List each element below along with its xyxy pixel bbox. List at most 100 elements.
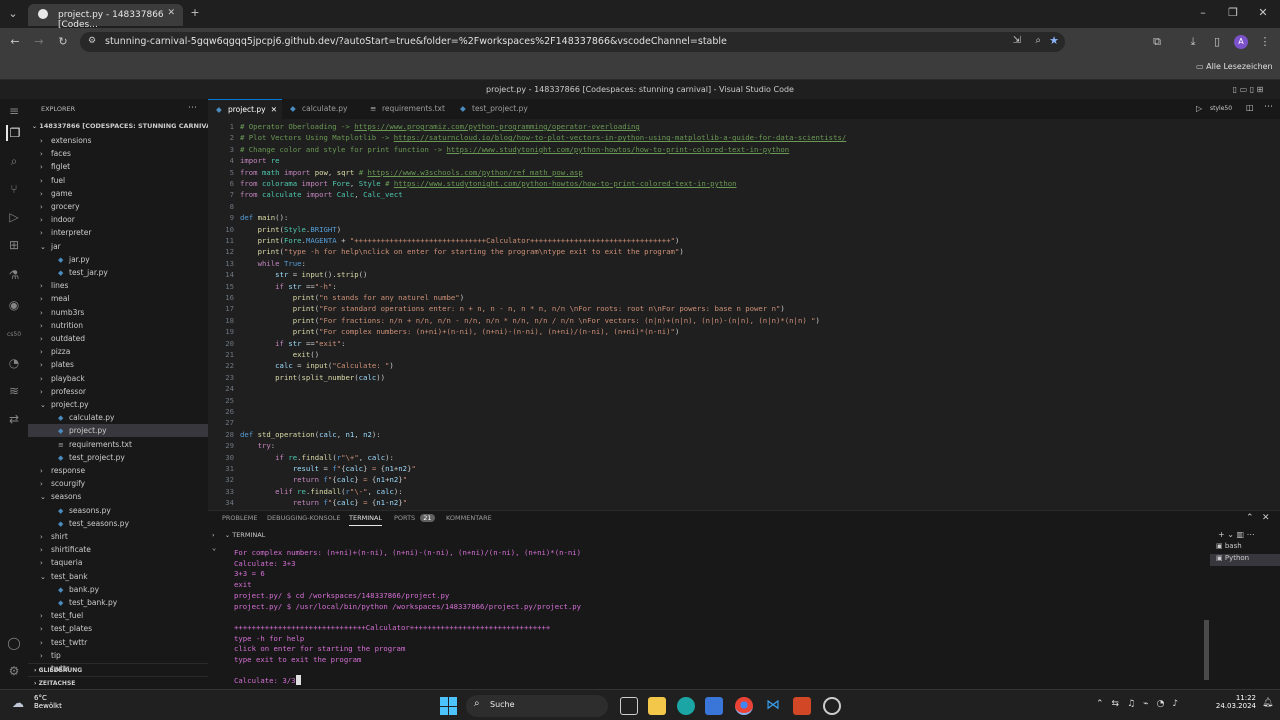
- terminal-panel[interactable]: › ⌄ TERMINAL + ⌄ ▥ ⋯ ⌄ For complex numbe…: [208, 528, 1280, 689]
- clock[interactable]: 11:22 24.03.2024: [1206, 694, 1256, 710]
- code-line[interactable]: print(Fore.MAGENTA + "++++++++++++++++++…: [240, 236, 680, 245]
- session-bash[interactable]: ▣ bash: [1210, 542, 1280, 554]
- file-explorer-icon[interactable]: [648, 697, 666, 715]
- tree-file[interactable]: ◆ bank.py: [28, 583, 208, 596]
- code-line[interactable]: from colorama import Fore, Style # https…: [240, 179, 737, 188]
- tree-folder[interactable]: › fuel: [28, 174, 208, 187]
- code-line[interactable]: return f"{calc} = {n1+n2}": [240, 475, 407, 484]
- run-debug-icon[interactable]: ▷: [6, 209, 22, 225]
- tree-file[interactable]: ◆ test_jar.py: [28, 266, 208, 279]
- code-line[interactable]: if str =="exit":: [240, 339, 345, 348]
- tree-folder[interactable]: ⌄ jar: [28, 240, 208, 253]
- extensions-view-icon[interactable]: ⊞: [6, 237, 22, 253]
- code-line[interactable]: import re: [240, 156, 280, 165]
- tree-folder[interactable]: › taqueria: [28, 556, 208, 569]
- tree-folder[interactable]: ⌄ seasons: [28, 490, 208, 503]
- code-line[interactable]: print("For fractions: n/n + n/n, n/n - n…: [240, 316, 820, 325]
- close-editor-icon[interactable]: ✕: [271, 100, 277, 120]
- profile-avatar[interactable]: A: [1234, 35, 1248, 49]
- tree-folder[interactable]: › test_twttr: [28, 636, 208, 649]
- code-line[interactable]: exit(): [240, 350, 319, 359]
- windows-start-icon[interactable]: [440, 697, 458, 715]
- tree-folder[interactable]: › faces: [28, 147, 208, 160]
- split-editor-icon[interactable]: ◫: [1246, 103, 1254, 112]
- editor-tab-project[interactable]: ◆ project.py ✕: [208, 99, 282, 119]
- browser-tab[interactable]: project.py - 148337866 [Codes... ✕: [28, 4, 183, 30]
- back-icon[interactable]: ←: [8, 35, 22, 49]
- browser-menu-icon[interactable]: ⋮: [1258, 35, 1272, 49]
- tree-folder[interactable]: › grocery: [28, 200, 208, 213]
- tab-search-icon[interactable]: ⌄: [6, 7, 20, 21]
- taskbar-search[interactable]: ⌕ Suche: [466, 695, 608, 717]
- tree-folder[interactable]: › pizza: [28, 345, 208, 358]
- tree-folder[interactable]: › test_fuel: [28, 609, 208, 622]
- vscode-taskbar-icon[interactable]: ⋈: [764, 697, 782, 715]
- tree-file[interactable]: ◆ calculate.py: [28, 411, 208, 424]
- tree-file[interactable]: ◆ test_project.py: [28, 451, 208, 464]
- code-line[interactable]: if str =="-h":: [240, 282, 337, 291]
- tree-folder[interactable]: › shirt: [28, 530, 208, 543]
- editor-tab-requirements[interactable]: ≡ requirements.txt: [362, 99, 452, 119]
- editor-tab-calculate[interactable]: ◆ calculate.py: [282, 99, 362, 119]
- store-icon[interactable]: [705, 697, 723, 715]
- tree-folder[interactable]: › nutrition: [28, 319, 208, 332]
- tree-folder[interactable]: › meal: [28, 292, 208, 305]
- code-line[interactable]: # Operator Oberloading -> https://www.pr…: [240, 122, 640, 131]
- tree-file[interactable]: ≡ requirements.txt: [28, 438, 208, 451]
- notifications-icon[interactable]: 🔔︎: [1262, 698, 1273, 708]
- search-icon[interactable]: ⌕: [6, 153, 22, 169]
- close-tab-icon[interactable]: ✕: [167, 8, 175, 18]
- tree-folder[interactable]: › numb3rs: [28, 306, 208, 319]
- code-line[interactable]: print("type -h for help\nclick on enter …: [240, 247, 684, 256]
- code-line[interactable]: print("For standard operations enter: n …: [240, 304, 785, 313]
- code-line[interactable]: while True:: [240, 259, 306, 268]
- tree-folder[interactable]: › extensions: [28, 134, 208, 147]
- install-app-icon[interactable]: ⇲: [1013, 35, 1021, 46]
- chatgpt-icon[interactable]: [823, 697, 841, 715]
- code-line[interactable]: from math import pow, sqrt # https://www…: [240, 168, 583, 177]
- code-line[interactable]: if re.findall(r"\+", calc):: [240, 453, 394, 462]
- code-line[interactable]: def std_operation(calc, n1, n2):: [240, 430, 381, 439]
- code-line[interactable]: return f"{calc} = {n1-n2}": [240, 498, 407, 507]
- code-line[interactable]: print(split_number(calc)): [240, 373, 385, 382]
- tree-file[interactable]: ◆ test_bank.py: [28, 596, 208, 609]
- download-icon[interactable]: ⤓: [1186, 35, 1200, 49]
- tree-file[interactable]: ◆ test_seasons.py: [28, 517, 208, 530]
- tree-folder[interactable]: › game: [28, 187, 208, 200]
- style50-button[interactable]: style50: [1210, 105, 1232, 112]
- explorer-more-icon[interactable]: ⋯: [188, 103, 197, 113]
- menu-icon[interactable]: ≡: [6, 103, 22, 119]
- cs50-icon[interactable]: cs50: [6, 327, 22, 343]
- reload-icon[interactable]: ↻: [56, 35, 70, 49]
- remote-icon[interactable]: ⇄: [6, 411, 22, 427]
- tree-folder[interactable]: › interpreter: [28, 226, 208, 239]
- dropdown-icon[interactable]: ⌄: [212, 544, 216, 552]
- tab-debug-console[interactable]: DEBUGGING-KONSOLE: [267, 514, 340, 522]
- session-python[interactable]: ▣ Python: [1210, 554, 1280, 566]
- tree-folder[interactable]: › tip: [28, 649, 208, 662]
- terminal-scrollbar[interactable]: [1204, 620, 1209, 680]
- code-line[interactable]: # Change color and style for print funct…: [240, 145, 789, 154]
- weather-widget[interactable]: ☁ 6°C Bewölkt: [12, 694, 62, 710]
- tab-ports[interactable]: PORTS 21: [394, 514, 435, 522]
- tree-file[interactable]: ◆ seasons.py: [28, 504, 208, 517]
- docker-icon[interactable]: ≋: [6, 383, 22, 399]
- minimize-icon[interactable]: –: [1196, 6, 1210, 20]
- edge-icon[interactable]: [677, 697, 695, 715]
- tab-comments[interactable]: KOMMENTARE: [446, 514, 492, 522]
- tree-folder[interactable]: › plates: [28, 358, 208, 371]
- tree-folder[interactable]: › scourgify: [28, 477, 208, 490]
- ducky-icon[interactable]: ◔: [6, 355, 22, 371]
- editor-more-icon[interactable]: ⋯: [1264, 102, 1273, 112]
- powerpoint-icon[interactable]: [793, 697, 811, 715]
- tree-folder[interactable]: › outdated: [28, 332, 208, 345]
- code-line[interactable]: str = input().strip(): [240, 270, 367, 279]
- code-line[interactable]: print("n stands for any naturel numbe"): [240, 293, 464, 302]
- maximize-panel-icon[interactable]: ⌃: [1246, 513, 1254, 523]
- tree-folder[interactable]: › lines: [28, 279, 208, 292]
- tree-file[interactable]: ◆ project.py: [28, 424, 208, 438]
- code-line[interactable]: # Plot Vectors Using Matplotlib -> https…: [240, 133, 846, 142]
- editor-tab-test-project[interactable]: ◆ test_project.py: [452, 99, 542, 119]
- all-bookmarks-button[interactable]: ▭ Alle Lesezeichen: [1196, 62, 1273, 71]
- code-editor[interactable]: 1 # Operator Oberloading -> https://www.p…: [208, 119, 1280, 509]
